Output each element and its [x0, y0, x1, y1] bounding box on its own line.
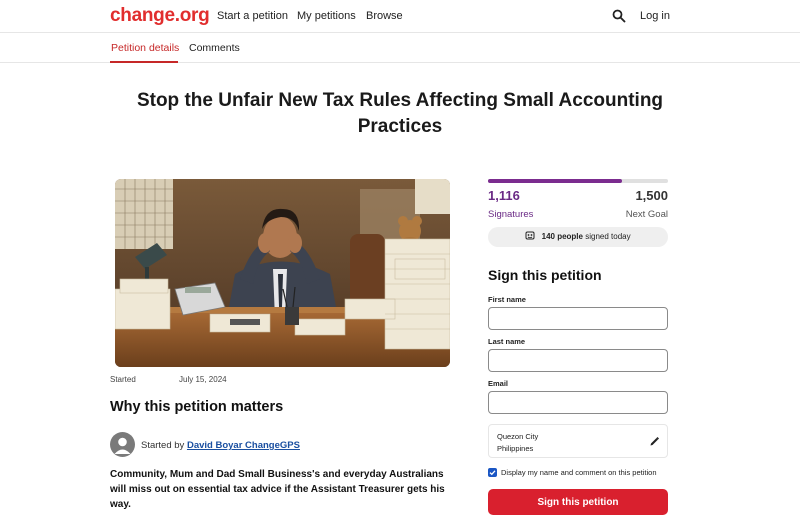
last-name-field[interactable] [488, 349, 668, 372]
started-by-prefix: Started by [141, 440, 185, 451]
people-icon [525, 231, 535, 240]
edit-pencil-icon[interactable] [649, 436, 660, 447]
nav-my-petitions[interactable]: My petitions [297, 10, 356, 22]
user-icon [114, 437, 131, 454]
display-name-checkbox[interactable] [488, 468, 497, 477]
sign-petition-button[interactable]: Sign this petition [488, 489, 668, 515]
location-selector[interactable]: Quezon City Philippines [488, 424, 668, 458]
nav-browse[interactable]: Browse [366, 10, 403, 22]
sign-form-heading: Sign this petition [488, 267, 602, 283]
author-link[interactable]: David Boyar ChangeGPS [187, 440, 300, 451]
location-country: Philippines [497, 444, 534, 453]
petition-title: Stop the Unfair New Tax Rules Affecting … [136, 90, 664, 137]
signed-today-suffix: signed today [585, 232, 631, 241]
email-field[interactable] [488, 391, 668, 414]
avatar [110, 432, 135, 457]
tab-petition-details[interactable]: Petition details [111, 42, 179, 54]
goal-label: Next Goal [625, 209, 668, 220]
stressed-accountant-illustration [115, 179, 450, 367]
last-name-label: Last name [488, 337, 526, 346]
started-label: Started [110, 375, 136, 384]
progress-fill [488, 179, 622, 183]
signature-progress-bar [488, 179, 668, 183]
check-icon [489, 470, 496, 476]
signature-label: Signatures [488, 209, 534, 220]
top-nav: change.org Start a petition My petitions… [0, 0, 800, 33]
why-heading: Why this petition matters [110, 399, 284, 415]
search-icon[interactable] [612, 9, 626, 23]
display-name-label[interactable]: Display my name and comment on this peti… [501, 468, 657, 477]
started-date: July 15, 2024 [179, 375, 227, 384]
signed-today-count: 140 people [541, 232, 583, 241]
site-logo[interactable]: change.org [110, 5, 210, 27]
active-tab-indicator [110, 61, 178, 63]
started-by: Started by David Boyar ChangeGPS [141, 440, 300, 451]
location-city: Quezon City [497, 432, 539, 441]
email-label: Email [488, 379, 509, 388]
first-name-label: First name [488, 295, 526, 304]
signature-count: 1,116 [488, 188, 520, 203]
petition-image [115, 179, 450, 367]
nav-start-petition[interactable]: Start a petition [217, 10, 288, 22]
login-link[interactable]: Log in [640, 10, 670, 22]
goal-count: 1,500 [635, 188, 668, 203]
petition-tabs: Petition details Comments [0, 33, 800, 63]
first-name-field[interactable] [488, 307, 668, 330]
petition-body: Community, Mum and Dad Small Business's … [110, 469, 445, 510]
tab-comments[interactable]: Comments [189, 42, 240, 54]
signed-today-badge: 140 people signed today [488, 227, 668, 247]
